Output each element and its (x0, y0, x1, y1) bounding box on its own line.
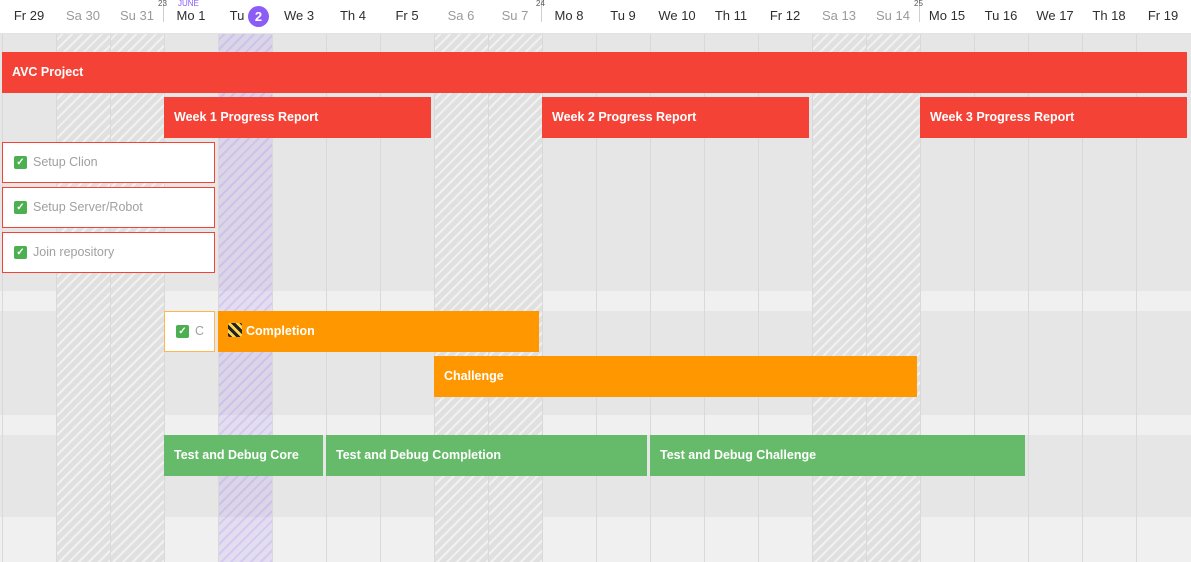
day-column (866, 33, 920, 562)
checkbox-checked-icon[interactable]: ✓ (14, 201, 27, 214)
week2-report-bar[interactable]: Week 2 Progress Report (542, 97, 809, 138)
day-label: Sa 6 (447, 8, 475, 23)
day-column (110, 33, 164, 562)
completion-bar[interactable]: Completion (218, 311, 539, 352)
test-debug-core-bar[interactable]: Test and Debug Core (164, 435, 323, 476)
test-debug-completion-bar[interactable]: Test and Debug Completion (326, 435, 647, 476)
construction-icon (228, 323, 242, 337)
task-core[interactable]: ✓ C (164, 311, 215, 352)
day-label: Fr 12 (769, 8, 801, 23)
task-join-repository[interactable]: ✓ Join repository (2, 232, 215, 273)
task-label: Join repository (33, 245, 115, 259)
day-column (56, 33, 110, 562)
gantt-timeline: Fr 29 Sa 30 Su 31 Mo 1 2 Tu We 3 Th 4 Fr 5 Sa 6 Su… (0, 0, 1191, 562)
day-label: Tu 9 (610, 8, 636, 23)
day-column (812, 33, 866, 562)
week-number: 23 (158, 0, 167, 8)
day-label: Tu (229, 8, 245, 23)
day-label: Th 4 (339, 8, 366, 23)
checkbox-checked-icon[interactable]: ✓ (14, 246, 27, 259)
day-label: Th 11 (714, 8, 748, 23)
day-label: We 3 (283, 8, 315, 23)
day-label: Fr 29 (13, 8, 45, 23)
day-label: Fr 5 (395, 8, 419, 23)
day-label: We 17 (1036, 8, 1074, 23)
test-debug-challenge-bar[interactable]: Test and Debug Challenge (650, 435, 1025, 476)
project-bar[interactable]: AVC Project (2, 52, 1187, 93)
week3-report-bar[interactable]: Week 3 Progress Report (920, 97, 1187, 138)
task-setup-clion[interactable]: ✓ Setup Clion (2, 142, 215, 183)
bar-label: Completion (246, 324, 315, 338)
day-label: Mo 15 (928, 8, 966, 23)
day-label: Sa 30 (66, 8, 100, 23)
timeline-header: Fr 29 Sa 30 Su 31 Mo 1 2 Tu We 3 Th 4 Fr 5 Sa 6 Su… (0, 0, 1191, 34)
week-number: 24 (536, 0, 545, 8)
task-label: Setup Clion (33, 155, 98, 169)
day-column (488, 33, 542, 562)
challenge-bar[interactable]: Challenge (434, 356, 917, 397)
day-label: Sa 13 (822, 8, 856, 23)
day-label: Su 7 (501, 8, 529, 23)
day-column (2, 33, 56, 562)
day-label: Su 31 (120, 8, 154, 23)
day-label: Th 18 (1092, 8, 1126, 23)
day-column (434, 33, 488, 562)
checkbox-checked-icon[interactable]: ✓ (176, 325, 189, 338)
day-label: Tu 16 (984, 8, 1018, 23)
task-setup-server[interactable]: ✓ Setup Server/Robot (2, 187, 215, 228)
month-label: JUNE (178, 0, 199, 8)
day-label: Fr 19 (1147, 8, 1179, 23)
checkbox-checked-icon[interactable]: ✓ (14, 156, 27, 169)
day-label: Mo 8 (554, 8, 584, 23)
day-label: We 10 (658, 8, 696, 23)
day-label: Su 14 (876, 8, 910, 23)
week1-report-bar[interactable]: Week 1 Progress Report (164, 97, 431, 138)
task-label: C (195, 324, 205, 338)
week-number: 25 (914, 0, 923, 8)
task-label: Setup Server/Robot (33, 200, 143, 214)
